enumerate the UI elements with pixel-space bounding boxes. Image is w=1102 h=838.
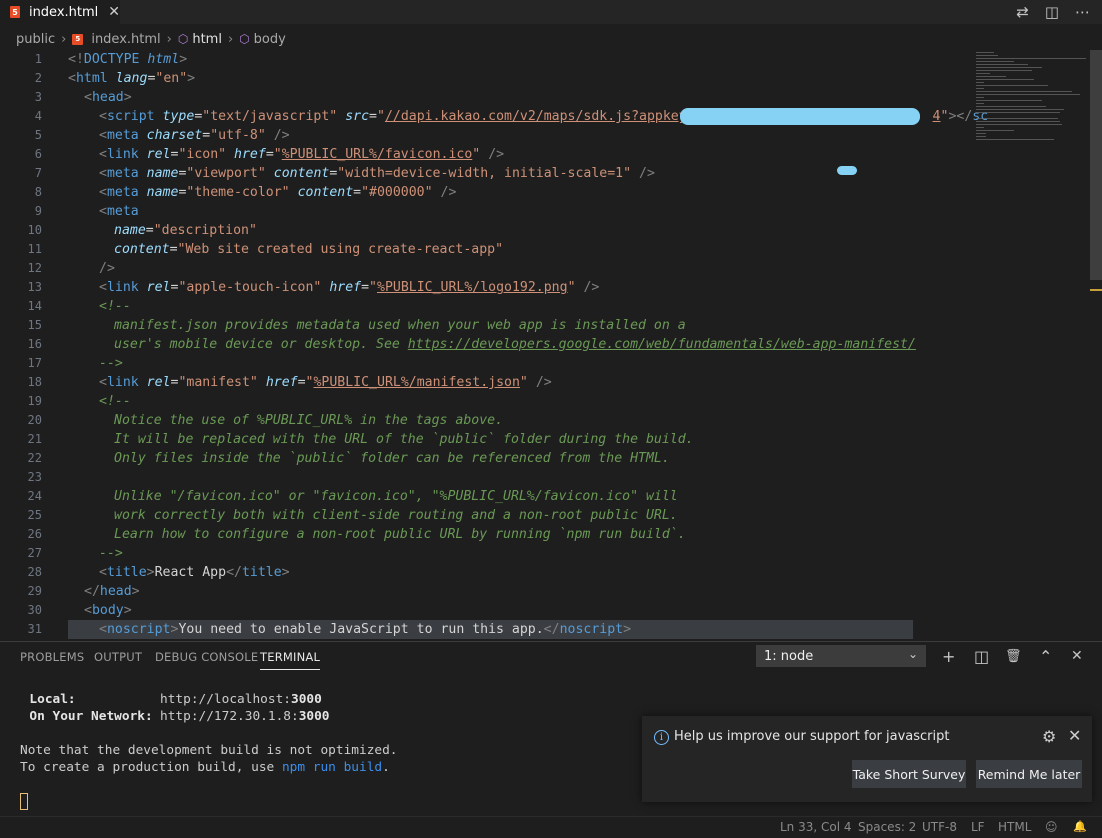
feedback-icon[interactable]: ☺ <box>1045 820 1058 834</box>
code-line: 8 <meta name="theme-color" content="#0000… <box>34 185 457 200</box>
redaction-dot <box>837 166 857 175</box>
terminal-local-url: http://localhost:3000 <box>160 692 322 707</box>
notification-toast: i Help us improve our support for javasc… <box>642 716 1092 802</box>
close-icon[interactable]: ✕ <box>1068 726 1081 745</box>
trash-icon[interactable]: 🗑 <box>1005 645 1022 667</box>
code-line: 27 --> <box>27 546 123 561</box>
tab-debug-console[interactable]: DEBUG CONSOLE <box>155 650 258 664</box>
code-line: 12/> <box>27 261 115 276</box>
code-line: 5 <meta charset="utf-8" /> <box>34 128 290 143</box>
tab-label: index.html <box>28 4 99 20</box>
code-line: 10 name="description" <box>27 223 257 238</box>
end-of-line[interactable]: LF <box>971 820 985 834</box>
chevron-right-icon: › <box>227 31 234 47</box>
terminal-note-line: To create a production build, use npm ru… <box>20 760 390 775</box>
code-line: 21 It will be replaced with the URL of th… <box>27 432 694 447</box>
add-terminal-icon[interactable]: + <box>942 645 955 667</box>
status-bar: Ln 33, Col 4 Spaces: 2 UTF-8 LF HTML ☺ 🔔 <box>0 816 1102 838</box>
maximize-panel-icon[interactable]: ⌃ <box>1039 645 1052 667</box>
close-panel-icon[interactable]: ✕ <box>1071 645 1083 667</box>
bell-icon[interactable]: 🔔 <box>1073 820 1087 833</box>
notification-message: Help us improve our support for javascri… <box>674 729 950 744</box>
editor-actions: ⇄ ◫ ⋯ <box>1016 0 1090 24</box>
code-line: 9 <meta <box>34 204 139 219</box>
code-line: 17 --> <box>27 356 123 371</box>
redaction-mark <box>680 108 920 125</box>
html5-file-icon: 5 <box>10 6 20 18</box>
terminal-network-url: http://172.30.1.8:3000 <box>160 709 330 724</box>
chevron-right-icon: › <box>61 31 67 47</box>
minimap[interactable] <box>976 50 1092 145</box>
code-line: 20 Notice the use of %PUBLIC_URL% in the … <box>27 413 504 428</box>
code-line: 22 Only files inside the `public` folder … <box>27 451 670 466</box>
code-line: 25 work correctly both with client-side r… <box>27 508 678 523</box>
take-survey-button[interactable]: Take Short Survey <box>852 760 966 788</box>
editor-scrollbar-thumb[interactable] <box>1090 50 1102 280</box>
terminal-selector[interactable]: 1: node ⌄ <box>756 645 926 667</box>
code-line: 14 <!-- <box>27 299 131 314</box>
code-line: 23 <box>27 470 42 484</box>
tab-terminal[interactable]: TERMINAL <box>260 650 321 670</box>
code-line: 26 Learn how to configure a non-root publ… <box>27 527 686 542</box>
code-line: 11 content="Web site created using create… <box>27 242 504 257</box>
code-line: 1 <!DOCTYPE html> <box>34 52 188 67</box>
code-line: 18 <link rel="manifest" href="%PUBLIC_URL… <box>27 375 552 390</box>
language-mode[interactable]: HTML <box>998 820 1031 834</box>
terminal-local-label: Local: <box>14 692 76 707</box>
close-icon[interactable]: ✕ <box>108 4 120 20</box>
breadcrumb-folder[interactable]: public <box>16 32 55 47</box>
breadcrumb-file[interactable]: index.html <box>91 32 160 47</box>
tab-problems[interactable]: PROBLEMS <box>20 650 84 664</box>
remind-later-button[interactable]: Remind Me later <box>976 760 1082 788</box>
code-line: 7 <meta name="viewport" content="width=de… <box>34 166 655 181</box>
split-terminal-icon[interactable]: ◫ <box>974 645 989 667</box>
element-cube-icon: ⬡ <box>177 32 189 46</box>
code-line: 19 <!-- <box>27 394 131 409</box>
breadcrumb-html[interactable]: html <box>192 32 222 47</box>
code-line: 3 <head> <box>34 90 132 105</box>
code-line: 6 <link rel="icon" href="%PUBLIC_URL%/fav… <box>34 147 505 162</box>
code-line: 30 <body> <box>27 603 132 618</box>
panel-tab-bar: PROBLEMS OUTPUT DEBUG CONSOLE TERMINAL <box>0 641 1102 671</box>
code-line: 15 manifest.json provides metadata used w… <box>27 318 686 333</box>
more-actions-icon[interactable]: ⋯ <box>1075 3 1090 21</box>
terminal-network-label: On Your Network: <box>14 709 153 724</box>
code-line-current: 31 <noscript>You need to enable JavaScrip… <box>0 620 1092 639</box>
code-line: 2 <html lang="en"> <box>34 71 196 86</box>
breadcrumb: public › 5 index.html › ⬡ html › ⬡ body <box>0 28 1102 50</box>
tab-bar: 5 index.html ✕ ⇄ ◫ ⋯ <box>0 0 1102 24</box>
encoding[interactable]: UTF-8 <box>922 820 957 834</box>
code-line: 29 </head> <box>27 584 140 599</box>
terminal-note-line: Note that the development build is not o… <box>20 743 398 758</box>
indentation[interactable]: Spaces: 2 <box>858 820 916 834</box>
split-editor-icon[interactable]: ◫ <box>1045 3 1059 21</box>
info-icon: i <box>654 730 669 745</box>
code-line: 24 Unlike "/favicon.ico" or "favicon.ico"… <box>27 489 678 504</box>
code-line: 16 user's mobile device or desktop. See h… <box>27 337 916 352</box>
tab-output[interactable]: OUTPUT <box>94 650 142 664</box>
breadcrumb-body[interactable]: body <box>254 32 286 47</box>
scrollbar-marker <box>1090 289 1102 291</box>
terminal-cursor <box>20 793 28 810</box>
code-editor[interactable]: 1 <!DOCTYPE html> 2 <html lang="en"> 3 <hea… <box>0 50 1092 640</box>
terminal-selector-value: 1: node <box>764 648 814 664</box>
gear-icon[interactable]: ⚙ <box>1042 727 1056 746</box>
html5-file-icon: 5 <box>72 33 84 45</box>
tab-index-html[interactable]: 5 index.html ✕ <box>0 0 120 24</box>
chevron-right-icon: › <box>166 31 172 47</box>
element-cube-icon: ⬡ <box>239 32 250 46</box>
code-line: 28 <title>React App</title> <box>27 565 290 580</box>
compare-changes-icon[interactable]: ⇄ <box>1016 3 1029 21</box>
chevron-down-icon: ⌄ <box>907 647 918 661</box>
code-line: 13 <link rel="apple-touch-icon" href="%PU… <box>27 280 600 295</box>
cursor-position[interactable]: Ln 33, Col 4 <box>780 820 852 834</box>
code-line: 4 <script type="text/javascript" src="//d… <box>34 109 989 124</box>
